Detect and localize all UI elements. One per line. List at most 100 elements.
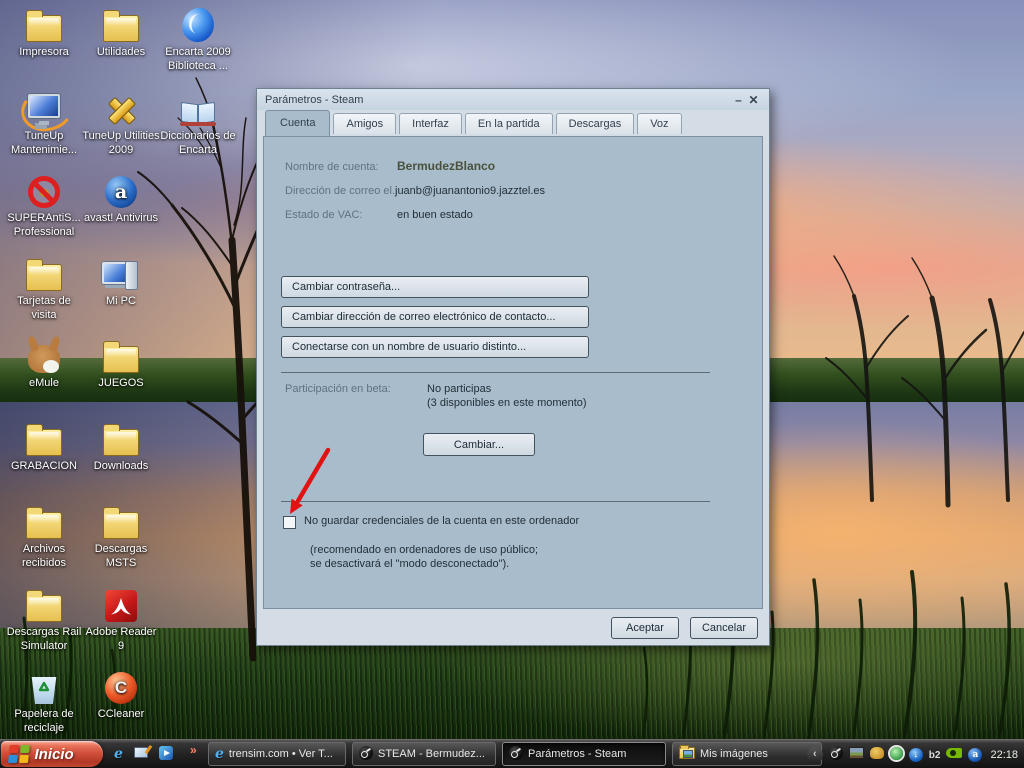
ie-icon: e [215,746,224,762]
desktop-icon-tuneup-mantenimie[interactable]: TuneUp Mantenimie... [4,88,84,158]
desktop-icon-adobe-reader-9[interactable]: Adobe Reader 9 [81,584,161,654]
tuneutil-icon [104,92,138,126]
desktop-icon-juegos[interactable]: JUEGOS [81,335,161,390]
folder-icon [103,346,139,373]
desktop-icon-ccleaner[interactable]: C CCleaner [81,666,161,721]
close-button[interactable]: ✕ [746,93,761,107]
dialog-titlebar[interactable]: Parámetros - Steam – ✕ [257,89,769,110]
desktop-icon-superantis-professional[interactable]: SUPERAntiS... Professional [4,170,84,240]
emule-tray-icon[interactable] [870,747,884,762]
mipc-icon [102,261,140,291]
overflow-chevron-icon[interactable]: » [190,743,197,757]
media-player-icon[interactable] [159,746,173,763]
desktop-icon-emule[interactable]: eMule [4,335,84,390]
task-button-par-metros-steam[interactable]: Parámetros - Steam [502,742,666,766]
award-tray-icon[interactable] [890,747,903,763]
desktop-icon-label: Papelera de reciclaje [4,707,84,736]
tab-descargas[interactable]: Descargas [556,113,635,134]
show-desktop-icon[interactable] [134,747,148,761]
desktop-icon-utilidades[interactable]: Utilidades [81,4,161,59]
account-name-label: Nombre de cuenta: [285,161,379,173]
b2-tray-icon[interactable]: b2 [929,749,941,761]
desktop-icon-diccionarios-de-encarta[interactable]: Diccionarios de Encarta [158,88,238,158]
task-button-trensim-com-ver-t[interactable]: etrensim.com • Ver T... [208,742,346,766]
vac-status-label: Estado de VAC: [285,209,362,221]
ccleaner-icon: C [105,672,137,704]
tab-voz[interactable]: Voz [637,113,681,134]
desktop-icon-grabacion[interactable]: GRABACION [4,418,84,473]
desktop-icon-label: CCleaner [81,707,161,721]
desktop-icon-label: TuneUp Utilities 2009 [81,129,161,158]
start-button[interactable]: Inicio [1,741,103,767]
quick-launch-bar: e [114,744,173,764]
desktop-icon-label: Adobe Reader 9 [81,625,161,654]
desktop-icon-archivos-recibidos[interactable]: Archivos recibidos [4,501,84,571]
steam-tray-icon[interactable] [829,746,843,763]
dialog-page-cuenta: Nombre de cuenta: BermudezBlanco Direcci… [263,136,763,609]
task-button-label: Mis imágenes [700,748,768,760]
desktop-icon-tarjetas-de-visita[interactable]: Tarjetas de visita [4,253,84,323]
minimize-button[interactable]: – [731,93,746,107]
desktop-icon-label: Archivos recibidos [4,542,84,571]
windows-flag-icon [8,745,29,763]
folder-icon [26,512,62,539]
folder-icon [26,264,62,291]
desktop-icon-descargas-msts[interactable]: Descargas MSTS [81,501,161,571]
folder-icon [103,15,139,42]
tab-interfaz[interactable]: Interfaz [399,113,462,134]
photo-tray-icon[interactable] [849,747,864,762]
avast-tray-icon[interactable]: a [968,748,982,762]
task-button-label: STEAM - Bermudez... [378,748,485,760]
desktop-icon-mi-pc[interactable]: Mi PC [81,253,161,308]
cancel-button[interactable]: Cancelar [690,617,758,639]
desktop-icon-papelera-de-reciclaje[interactable]: Papelera de reciclaje [4,666,84,736]
taskbar-clock: 22:18 [990,749,1018,761]
tab-en-la-partida[interactable]: En la partida [465,113,553,134]
start-button-label: Inicio [35,746,74,763]
desktop-icon-label: SUPERAntiS... Professional [4,211,84,240]
divider [281,501,710,502]
no-save-credentials-checkbox[interactable] [283,516,296,529]
download-tray-icon[interactable]: ↓ [909,748,923,762]
desktop-icon-label: Tarjetas de visita [4,294,84,323]
desktop-icon-encarta-2009-biblioteca[interactable]: Encarta 2009 Biblioteca ... [158,4,238,74]
desktop-icon-label: Downloads [81,459,161,473]
emule-icon [28,345,60,373]
desktop-icon-downloads[interactable]: Downloads [81,418,161,473]
avast-icon: a [105,176,137,208]
desktop-icon-tuneup-utilities-2009[interactable]: TuneUp Utilities 2009 [81,88,161,158]
cambiar-direcci-n-de-correo-electr-nico-de-contacto-button[interactable]: Cambiar dirección de correo electrónico … [281,306,589,328]
dialog-tabstrip: CuentaAmigosInterfazEn la partidaDescarg… [265,110,685,135]
credentials-note-line2: se desactivará el "modo desconectado"). [310,558,509,570]
beta-status: No participas [427,383,491,395]
conectarse-con-un-nombre-de-usuario-distinto-button[interactable]: Conectarse con un nombre de usuario dist… [281,336,589,358]
desktop-icon-descargas-rail-simulator[interactable]: Descargas Rail Simulator [4,584,84,654]
adobe-icon [105,590,137,622]
nvidia-tray-icon[interactable] [946,748,962,761]
tray-collapse-icon[interactable]: ‹ [807,747,823,763]
tab-amigos[interactable]: Amigos [333,113,396,134]
checkbox-label[interactable]: No guardar credenciales de la cuenta en … [304,515,579,527]
desktop-icon-avast-antivirus[interactable]: aavast! Antivirus [81,170,161,225]
desktop-icon-label: JUEGOS [81,376,161,390]
beta-change-button[interactable]: Cambiar... [423,433,535,456]
ie-icon[interactable]: e [114,746,123,762]
desktop-icon-label: GRABACION [4,459,84,473]
steam-settings-dialog: Parámetros - Steam – ✕ CuentaAmigosInter… [256,88,770,646]
desktop-icon-impresora[interactable]: Impresora [4,4,84,59]
desktop-icon-label: TuneUp Mantenimie... [4,129,84,158]
task-button-steam-bermudez[interactable]: STEAM - Bermudez... [352,742,496,766]
system-tray: ‹ ↓ b2 a 22:18 [807,740,1022,768]
task-button-mis-im-genes[interactable]: Mis imágenes [672,742,822,766]
tab-cuenta[interactable]: Cuenta [265,110,330,136]
folder-icon [26,429,62,456]
beta-label: Participación en beta: [285,383,391,395]
recycle-icon [30,674,58,704]
book-icon [180,100,216,126]
desktop-icon-label: Descargas Rail Simulator [4,625,84,654]
cambiar-contrase-a-button[interactable]: Cambiar contraseña... [281,276,589,298]
desktop-icon-label: Encarta 2009 Biblioteca ... [158,45,238,74]
steam-icon [509,746,523,763]
folder-icon [103,429,139,456]
accept-button[interactable]: Aceptar [611,617,679,639]
